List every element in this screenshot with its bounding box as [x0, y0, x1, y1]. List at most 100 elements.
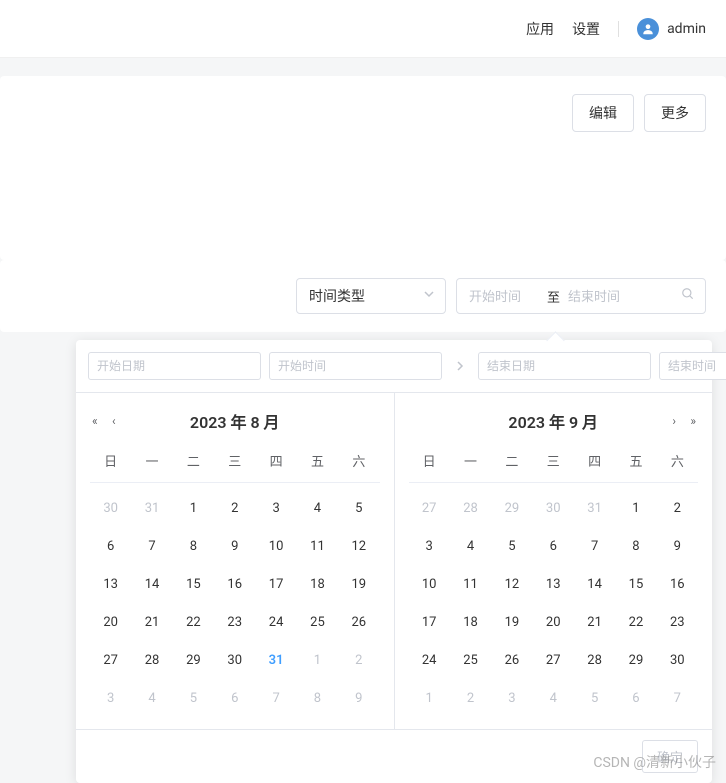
day-cell[interactable]: 16: [214, 565, 255, 603]
day-cell: 2: [338, 641, 379, 679]
day-cell[interactable]: 29: [615, 641, 656, 679]
filter-card: 时间类型 至: [0, 260, 726, 332]
day-cell[interactable]: 28: [574, 641, 615, 679]
chevron-down-icon: [423, 288, 435, 304]
day-cell[interactable]: 4: [297, 489, 338, 527]
day-cell[interactable]: 3: [409, 527, 450, 565]
day-cell[interactable]: 30: [657, 641, 698, 679]
day-cell[interactable]: 14: [574, 565, 615, 603]
day-cell[interactable]: 27: [533, 641, 574, 679]
day-cell[interactable]: 23: [214, 603, 255, 641]
day-cell[interactable]: 16: [657, 565, 698, 603]
day-cell: 6: [214, 679, 255, 717]
day-cell[interactable]: 21: [574, 603, 615, 641]
day-cell[interactable]: 15: [173, 565, 214, 603]
prev-year-button[interactable]: «: [90, 412, 100, 430]
content-card: 编辑 更多: [0, 76, 726, 260]
day-cell[interactable]: 26: [338, 603, 379, 641]
day-cell[interactable]: 5: [491, 527, 532, 565]
day-cell: 30: [90, 489, 131, 527]
day-cell[interactable]: 26: [491, 641, 532, 679]
time-range-input[interactable]: 至: [456, 278, 706, 314]
day-cell[interactable]: 14: [131, 565, 172, 603]
day-cell[interactable]: 20: [90, 603, 131, 641]
day-cell[interactable]: 20: [533, 603, 574, 641]
day-cell[interactable]: 9: [214, 527, 255, 565]
day-cell[interactable]: 22: [615, 603, 656, 641]
right-month-header: 2023 年 9 月 › »: [409, 405, 699, 437]
right-month: 2023 年 9 月 › » 日一二三四五六 27282930311234567…: [395, 393, 713, 729]
weekday-label: 五: [615, 447, 656, 474]
day-cell[interactable]: 7: [574, 527, 615, 565]
date-range-panel: « ‹ 2023 年 8 月 日一二三四五六 30311234567891011…: [76, 340, 712, 783]
day-cell[interactable]: 6: [533, 527, 574, 565]
day-cell[interactable]: 11: [450, 565, 491, 603]
day-cell[interactable]: 2: [657, 489, 698, 527]
next-month-button[interactable]: ›: [670, 412, 678, 430]
day-cell[interactable]: 7: [131, 527, 172, 565]
spacer: [20, 132, 706, 242]
divider: [618, 21, 619, 37]
day-cell[interactable]: 18: [297, 565, 338, 603]
day-cell[interactable]: 10: [255, 527, 296, 565]
day-cell[interactable]: 11: [297, 527, 338, 565]
range-start-input[interactable]: [469, 289, 539, 304]
day-cell[interactable]: 8: [615, 527, 656, 565]
start-time-input[interactable]: [269, 352, 442, 380]
edit-button[interactable]: 编辑: [572, 94, 634, 132]
day-cell[interactable]: 19: [338, 565, 379, 603]
day-cell[interactable]: 5: [338, 489, 379, 527]
day-cell[interactable]: 2: [214, 489, 255, 527]
day-cell[interactable]: 17: [255, 565, 296, 603]
day-cell[interactable]: 13: [90, 565, 131, 603]
day-cell: 6: [615, 679, 656, 717]
next-year-button[interactable]: »: [688, 412, 698, 430]
day-cell[interactable]: 12: [491, 565, 532, 603]
day-cell[interactable]: 13: [533, 565, 574, 603]
user-menu[interactable]: admin: [637, 18, 706, 40]
end-time-input[interactable]: [659, 352, 726, 380]
time-type-select[interactable]: 时间类型: [296, 278, 446, 314]
day-cell[interactable]: 12: [338, 527, 379, 565]
prev-month-button[interactable]: ‹: [110, 412, 118, 430]
day-cell: 31: [574, 489, 615, 527]
day-cell[interactable]: 29: [173, 641, 214, 679]
day-cell[interactable]: 30: [214, 641, 255, 679]
day-cell[interactable]: 24: [409, 641, 450, 679]
settings-link[interactable]: 设置: [572, 19, 600, 39]
day-cell: 3: [90, 679, 131, 717]
day-cell[interactable]: 21: [131, 603, 172, 641]
day-cell[interactable]: 19: [491, 603, 532, 641]
left-days: 3031123456789101112131415161718192021222…: [90, 489, 380, 717]
day-cell[interactable]: 10: [409, 565, 450, 603]
more-button[interactable]: 更多: [644, 94, 706, 132]
day-cell[interactable]: 27: [90, 641, 131, 679]
app-link[interactable]: 应用: [526, 19, 554, 39]
day-cell: 5: [173, 679, 214, 717]
day-cell[interactable]: 15: [615, 565, 656, 603]
day-cell[interactable]: 28: [131, 641, 172, 679]
start-date-input[interactable]: [88, 352, 261, 380]
search-icon[interactable]: [681, 287, 695, 305]
day-cell[interactable]: 23: [657, 603, 698, 641]
day-cell[interactable]: 18: [450, 603, 491, 641]
range-end-input[interactable]: [568, 289, 638, 304]
day-cell[interactable]: 1: [173, 489, 214, 527]
day-cell[interactable]: 1: [615, 489, 656, 527]
weekday-label: 四: [255, 447, 296, 474]
end-date-input[interactable]: [478, 352, 651, 380]
day-cell[interactable]: 3: [255, 489, 296, 527]
day-cell[interactable]: 8: [173, 527, 214, 565]
day-cell[interactable]: 17: [409, 603, 450, 641]
right-weekdays: 日一二三四五六: [409, 447, 699, 483]
day-cell[interactable]: 6: [90, 527, 131, 565]
day-cell[interactable]: 24: [255, 603, 296, 641]
day-cell[interactable]: 22: [173, 603, 214, 641]
right-month-title: 2023 年 9 月: [508, 409, 598, 433]
day-cell[interactable]: 9: [657, 527, 698, 565]
day-cell[interactable]: 31: [255, 641, 296, 679]
day-cell[interactable]: 25: [450, 641, 491, 679]
watermark: CSDN @清新小伙子: [593, 752, 716, 772]
day-cell[interactable]: 25: [297, 603, 338, 641]
day-cell[interactable]: 4: [450, 527, 491, 565]
